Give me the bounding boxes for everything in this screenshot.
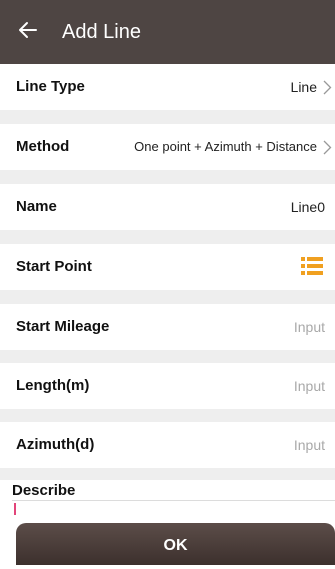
azimuth-label: Azimuth(d) xyxy=(16,436,95,453)
method-label: Method xyxy=(16,138,70,155)
method-row[interactable]: Method One point + Azimuth + Distance xyxy=(0,124,335,170)
divider xyxy=(0,230,335,244)
start-mileage-label: Start Mileage xyxy=(16,318,110,335)
list-icon[interactable] xyxy=(301,256,323,276)
method-value: One point + Azimuth + Distance xyxy=(134,139,317,154)
divider xyxy=(0,170,335,184)
name-value[interactable]: Line0 xyxy=(291,197,325,217)
arrow-left-icon[interactable] xyxy=(16,18,40,42)
chevron-right-icon xyxy=(323,140,332,155)
length-row[interactable]: Length(m) Input xyxy=(0,363,335,409)
chevron-right-icon xyxy=(323,80,332,95)
divider xyxy=(0,468,335,480)
azimuth-row[interactable]: Azimuth(d) Input xyxy=(0,422,335,468)
line-type-row[interactable]: Line Type Line xyxy=(0,64,335,110)
length-input[interactable]: Input xyxy=(294,376,325,396)
line-type-value: Line xyxy=(290,79,317,95)
line-type-label: Line Type xyxy=(16,78,85,95)
azimuth-input[interactable]: Input xyxy=(294,435,325,455)
name-row[interactable]: Name Line0 xyxy=(0,184,335,230)
text-caret xyxy=(14,503,16,515)
start-mileage-row[interactable]: Start Mileage Input xyxy=(0,304,335,350)
describe-label: Describe xyxy=(12,482,76,499)
divider xyxy=(0,290,335,304)
describe-textarea[interactable] xyxy=(12,501,335,517)
name-label: Name xyxy=(16,198,57,215)
ok-button[interactable]: OK xyxy=(16,523,335,565)
divider xyxy=(0,409,335,422)
length-label: Length(m) xyxy=(16,377,90,394)
divider xyxy=(0,110,335,124)
page-title: Add Line xyxy=(62,21,141,43)
start-point-label: Start Point xyxy=(16,258,92,275)
divider xyxy=(0,350,335,363)
title-bar: Add Line xyxy=(0,0,335,64)
start-mileage-input[interactable]: Input xyxy=(294,317,325,337)
start-point-row[interactable]: Start Point xyxy=(0,244,335,290)
